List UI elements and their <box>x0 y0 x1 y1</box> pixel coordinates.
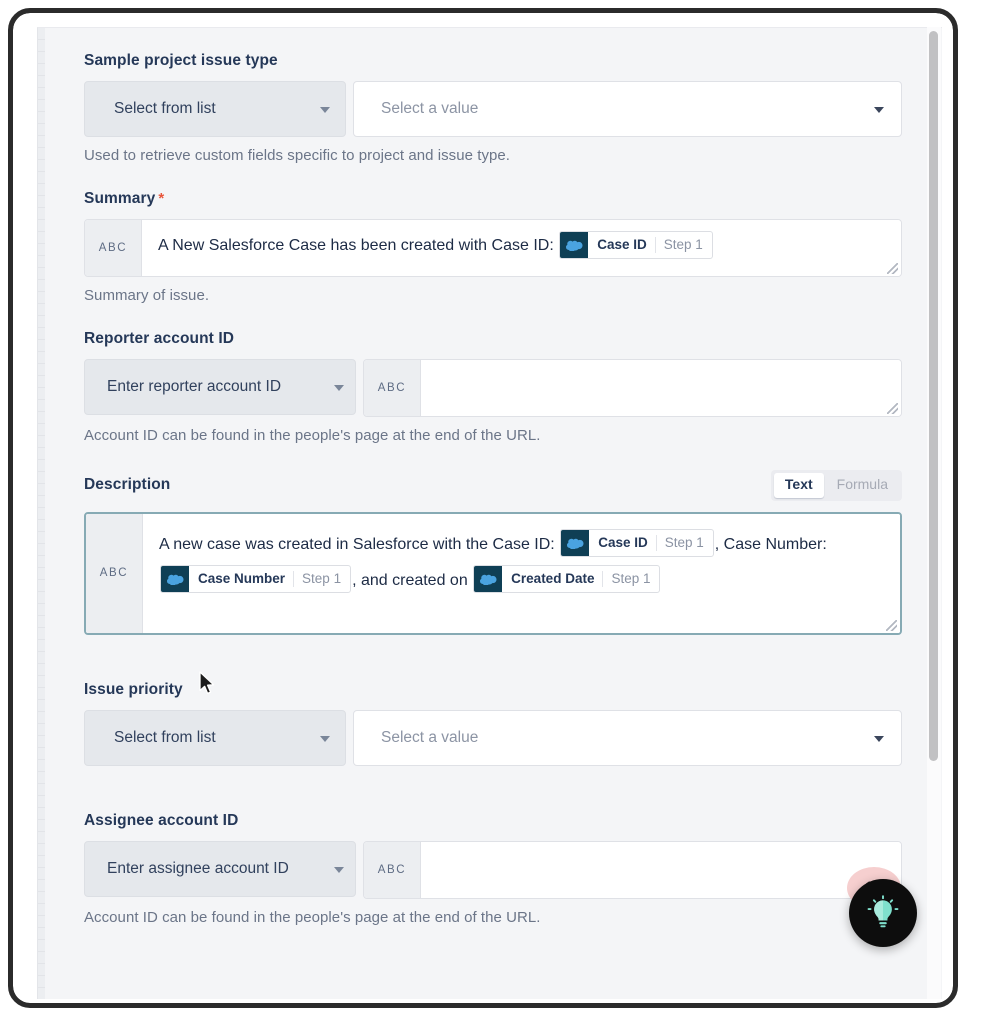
chevron-down-icon <box>320 107 330 113</box>
toggle-option-formula[interactable]: Formula <box>826 473 899 498</box>
description-textarea[interactable]: A new case was created in Salesforce wit… <box>143 513 900 633</box>
reporter-label-text: Reporter account ID <box>84 330 235 347</box>
reporter-helper: Account ID can be found in the people's … <box>84 427 541 444</box>
assignee-label-text: Assignee account ID <box>84 811 239 829</box>
device-frame: Sample project issue type Select from li… <box>8 8 958 1008</box>
token-chip-case-id[interactable]: Case ID Step 1 <box>560 529 714 558</box>
description-label: Description <box>84 476 170 494</box>
token-chip-case-number[interactable]: Case Number Step 1 <box>160 565 352 594</box>
summary-label-text: Summary <box>84 190 156 207</box>
priority-mode-select[interactable]: Select from list <box>84 709 346 766</box>
salesforce-cloud-icon <box>161 566 189 593</box>
summary-helper: Summary of issue. <box>84 287 210 304</box>
summary-textarea[interactable]: A New Salesforce Case has been created w… <box>142 220 901 276</box>
resize-handle[interactable] <box>887 263 898 274</box>
reporter-mode-select[interactable]: Enter reporter account ID <box>84 359 356 415</box>
help-widget-button[interactable] <box>849 879 917 947</box>
issue-type-controls: Select from list Select a value <box>84 81 902 137</box>
chip-name: Created Date <box>511 571 595 587</box>
description-label-row: Description Text Formula <box>84 470 902 501</box>
salesforce-cloud-icon <box>561 530 590 557</box>
summary-controls: ABC A New Salesforce Case has been creat… <box>84 219 902 277</box>
description-label-text: Description <box>84 476 171 494</box>
required-asterisk: * <box>158 190 165 207</box>
lightbulb-icon <box>867 895 899 928</box>
chevron-down-icon <box>874 735 884 742</box>
text-formula-toggle[interactable]: Text Formula <box>770 470 902 501</box>
assignee-label: Assignee account ID <box>84 812 902 830</box>
issue-type-mode-select[interactable]: Select from list <box>84 81 346 137</box>
chip-step: Step 1 <box>663 236 703 252</box>
reporter-mode-value: Enter reporter account ID <box>107 378 282 395</box>
scrollbar-thumb[interactable] <box>929 31 938 761</box>
chevron-down-icon <box>334 866 344 873</box>
assignee-helper: Account ID can be found in the people's … <box>84 908 541 926</box>
chip-name: Case ID <box>597 236 647 252</box>
field-summary: Summary * ABC A New Salesforce Case has … <box>84 190 902 304</box>
summary-label: Summary * <box>84 190 902 208</box>
summary-text: A New Salesforce Case has been created w… <box>158 237 554 254</box>
chevron-down-icon <box>874 107 884 113</box>
issue-type-mode-value: Select from list <box>114 100 216 117</box>
form-scroll-area[interactable]: Sample project issue type Select from li… <box>46 28 942 999</box>
issue-type-value-select[interactable]: Select a value <box>353 81 902 137</box>
summary-abc-prefix: ABC <box>85 220 142 276</box>
left-ruler <box>38 28 45 999</box>
description-segment-2: , Case Number: <box>714 535 827 553</box>
reporter-label: Reporter account ID <box>84 330 902 348</box>
priority-label: Issue priority <box>84 681 902 699</box>
reporter-controls: Enter reporter account ID ABC <box>84 359 902 417</box>
chevron-down-icon <box>320 735 330 742</box>
field-description: Description Text Formula ABC A new case … <box>84 470 902 635</box>
reporter-input-wrapper[interactable]: ABC <box>363 359 902 417</box>
reporter-textarea[interactable] <box>421 360 901 416</box>
issue-type-label-text: Sample project issue type <box>84 52 278 69</box>
form-panel: Sample project issue type Select from li… <box>37 27 942 999</box>
salesforce-cloud-icon <box>474 566 503 593</box>
assignee-mode-select[interactable]: Enter assignee account ID <box>84 840 356 897</box>
field-sample-project-issue-type: Sample project issue type Select from li… <box>84 52 902 164</box>
assignee-input-wrapper[interactable]: ABC <box>363 840 902 899</box>
screenshot-root: Sample project issue type Select from li… <box>0 0 982 1032</box>
assignee-controls: Enter assignee account ID ABC <box>84 840 902 899</box>
salesforce-cloud-icon <box>560 231 589 258</box>
description-abc-prefix: ABC <box>86 513 143 633</box>
priority-label-text: Issue priority <box>84 680 183 698</box>
field-assignee-account-id: Assignee account ID Enter assignee accou… <box>84 812 902 926</box>
priority-mode-value: Select from list <box>114 728 216 746</box>
issue-type-value-placeholder: Select a value <box>381 100 479 117</box>
resize-handle[interactable] <box>886 619 897 631</box>
token-chip-created-date[interactable]: Created Date Step 1 <box>473 565 661 594</box>
chip-name: Case ID <box>598 535 648 551</box>
issue-type-label: Sample project issue type <box>84 52 902 70</box>
description-controls: ABC A new case was created in Salesforce… <box>84 511 902 635</box>
assignee-mode-value: Enter assignee account ID <box>107 859 289 877</box>
assignee-abc-prefix: ABC <box>364 841 421 898</box>
field-issue-priority: Issue priority Select from list Select a… <box>84 681 902 766</box>
chevron-down-icon <box>334 385 344 391</box>
device-screen: Sample project issue type Select from li… <box>13 13 953 1003</box>
resize-handle[interactable] <box>887 403 898 414</box>
assignee-textarea[interactable] <box>421 841 901 898</box>
priority-value-select[interactable]: Select a value <box>353 709 902 766</box>
token-chip-case-id[interactable]: Case ID Step 1 <box>559 230 713 259</box>
priority-controls: Select from list Select a value <box>84 709 902 766</box>
field-reporter-account-id: Reporter account ID Enter reporter accou… <box>84 330 902 444</box>
description-segment-1: A new case was created in Salesforce wit… <box>159 535 555 553</box>
chip-step: Step 1 <box>302 571 342 587</box>
chip-name: Case Number <box>198 571 286 587</box>
chip-step: Step 1 <box>611 571 651 587</box>
chip-step: Step 1 <box>664 535 704 551</box>
priority-value-placeholder: Select a value <box>381 728 479 746</box>
toggle-option-text[interactable]: Text <box>773 473 824 498</box>
reporter-abc-prefix: ABC <box>364 360 421 416</box>
summary-input-wrapper[interactable]: ABC A New Salesforce Case has been creat… <box>84 219 902 277</box>
issue-type-helper: Used to retrieve custom fields specific … <box>84 147 510 164</box>
description-input-wrapper[interactable]: ABC A new case was created in Salesforce… <box>84 511 902 635</box>
description-segment-3: , and created on <box>352 571 468 589</box>
